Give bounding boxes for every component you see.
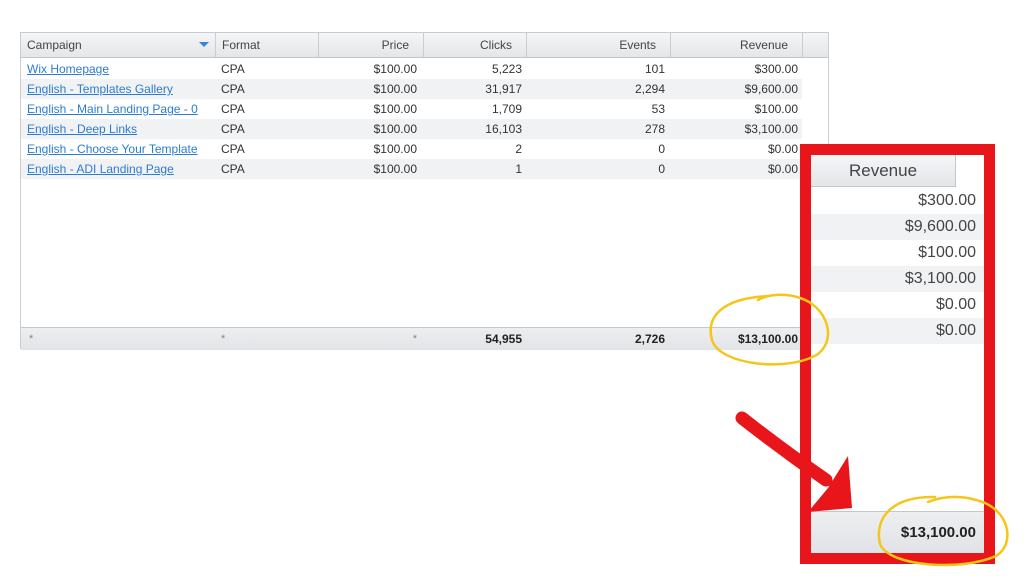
events-cell: 0 (658, 142, 665, 156)
zoom-revenue-value: $3,100.00 (811, 266, 984, 292)
zoom-revenue-total: $13,100.00 (811, 511, 984, 553)
footer-format-total: * (221, 333, 226, 345)
campaign-cell[interactable]: English - Main Landing Page - 0 (27, 99, 198, 119)
column-header-label: Campaign (27, 38, 82, 52)
price-cell: $100.00 (373, 62, 417, 76)
column-header-label: Events (619, 38, 656, 52)
zoom-revenue-value: $9,600.00 (811, 214, 984, 240)
column-header-events[interactable]: Events (527, 33, 671, 57)
events-cell: 0 (658, 162, 665, 176)
clicks-cell: 2 (515, 142, 522, 156)
table-row: English - Choose Your Template CPA $100.… (21, 139, 802, 159)
footer-campaign-total: * (29, 333, 34, 345)
events-cell: 2,294 (634, 82, 665, 96)
campaign-cell[interactable]: English - Deep Links (27, 119, 137, 139)
events-cell: 278 (644, 122, 665, 136)
price-cell: $100.00 (373, 122, 417, 136)
events-cell: 101 (644, 62, 665, 76)
clicks-cell: 5,223 (491, 62, 522, 76)
campaign-cell[interactable]: English - Choose Your Template (27, 139, 198, 159)
clicks-cell: 31,917 (485, 82, 522, 96)
format-cell: CPA (221, 142, 245, 156)
format-cell: CPA (221, 82, 245, 96)
zoom-revenue-value: $100.00 (918, 244, 976, 261)
column-header-campaign[interactable]: Campaign (21, 33, 216, 57)
format-cell: CPA (221, 102, 245, 116)
revenue-cell: $300.00 (754, 62, 798, 76)
column-header-label: Format (222, 38, 261, 52)
price-cell: $100.00 (373, 82, 417, 96)
format-cell: CPA (221, 122, 245, 136)
price-cell: $100.00 (373, 142, 417, 156)
clicks-cell: 16,103 (485, 122, 522, 136)
column-header-label: Clicks (480, 38, 512, 52)
campaign-grid: Campaign Format Price Clicks Events Reve… (20, 32, 829, 350)
revenue-cell: $100.00 (754, 102, 798, 116)
table-row: English - Templates Gallery CPA $100.00 … (21, 79, 802, 99)
format-cell: CPA (221, 62, 245, 76)
column-header-revenue[interactable]: Revenue (671, 33, 803, 57)
table-row: Wix Homepage CPA $100.00 5,223 101 $300.… (21, 59, 802, 79)
clicks-cell: 1,709 (491, 102, 522, 116)
footer-clicks-total: 54,955 (485, 332, 522, 346)
table-row: English - Main Landing Page - 0 CPA $100… (21, 99, 802, 119)
revenue-cell: $3,100.00 (744, 122, 798, 136)
table-row: English - ADI Landing Page CPA $100.00 1… (21, 159, 802, 179)
column-header-price[interactable]: Price (319, 33, 424, 57)
clicks-cell: 1 (515, 162, 522, 176)
campaign-link[interactable]: English - Templates Gallery (27, 82, 173, 96)
zoom-revenue-value: $300.00 (918, 192, 976, 209)
revenue-zoom-panel: Revenue $300.00 $9,600.00 $100.00 $3,100… (800, 144, 995, 564)
campaign-link[interactable]: English - Deep Links (27, 122, 137, 136)
column-header-label: Revenue (739, 38, 788, 52)
price-cell: $100.00 (373, 102, 417, 116)
revenue-cell: $9,600.00 (744, 82, 798, 96)
zoom-revenue-value: $0.00 (811, 318, 984, 344)
footer-revenue-total: $13,100.00 (737, 332, 798, 346)
zoom-revenue-header: Revenue (811, 155, 956, 187)
price-cell: $100.00 (373, 162, 417, 176)
footer-events-total: 2,726 (634, 332, 665, 346)
column-header-label: Price (381, 38, 409, 52)
campaign-link[interactable]: English - Main Landing Page - 0 (27, 102, 198, 116)
footer-price-total: * (412, 333, 417, 345)
column-header-clicks[interactable]: Clicks (424, 33, 527, 57)
format-cell: CPA (221, 162, 245, 176)
revenue-cell: $0.00 (767, 142, 798, 156)
grid-header: Campaign Format Price Clicks Events Reve… (21, 33, 828, 58)
sort-descending-icon[interactable] (199, 42, 209, 47)
zoom-revenue-value: $0.00 (935, 296, 976, 313)
campaign-link[interactable]: English - Choose Your Template (27, 142, 198, 156)
grid-totals-footer: * * * 54,955 2,726 $13,100.00 (21, 327, 828, 350)
campaign-cell[interactable]: Wix Homepage (27, 59, 109, 79)
campaign-link[interactable]: Wix Homepage (27, 62, 109, 76)
campaign-cell[interactable]: English - ADI Landing Page (27, 159, 174, 179)
events-cell: 53 (651, 102, 665, 116)
table-row: English - Deep Links CPA $100.00 16,103 … (21, 119, 802, 139)
column-header-format[interactable]: Format (216, 33, 319, 57)
revenue-cell: $0.00 (767, 162, 798, 176)
campaign-link[interactable]: English - ADI Landing Page (27, 162, 174, 176)
campaign-cell[interactable]: English - Templates Gallery (27, 79, 173, 99)
